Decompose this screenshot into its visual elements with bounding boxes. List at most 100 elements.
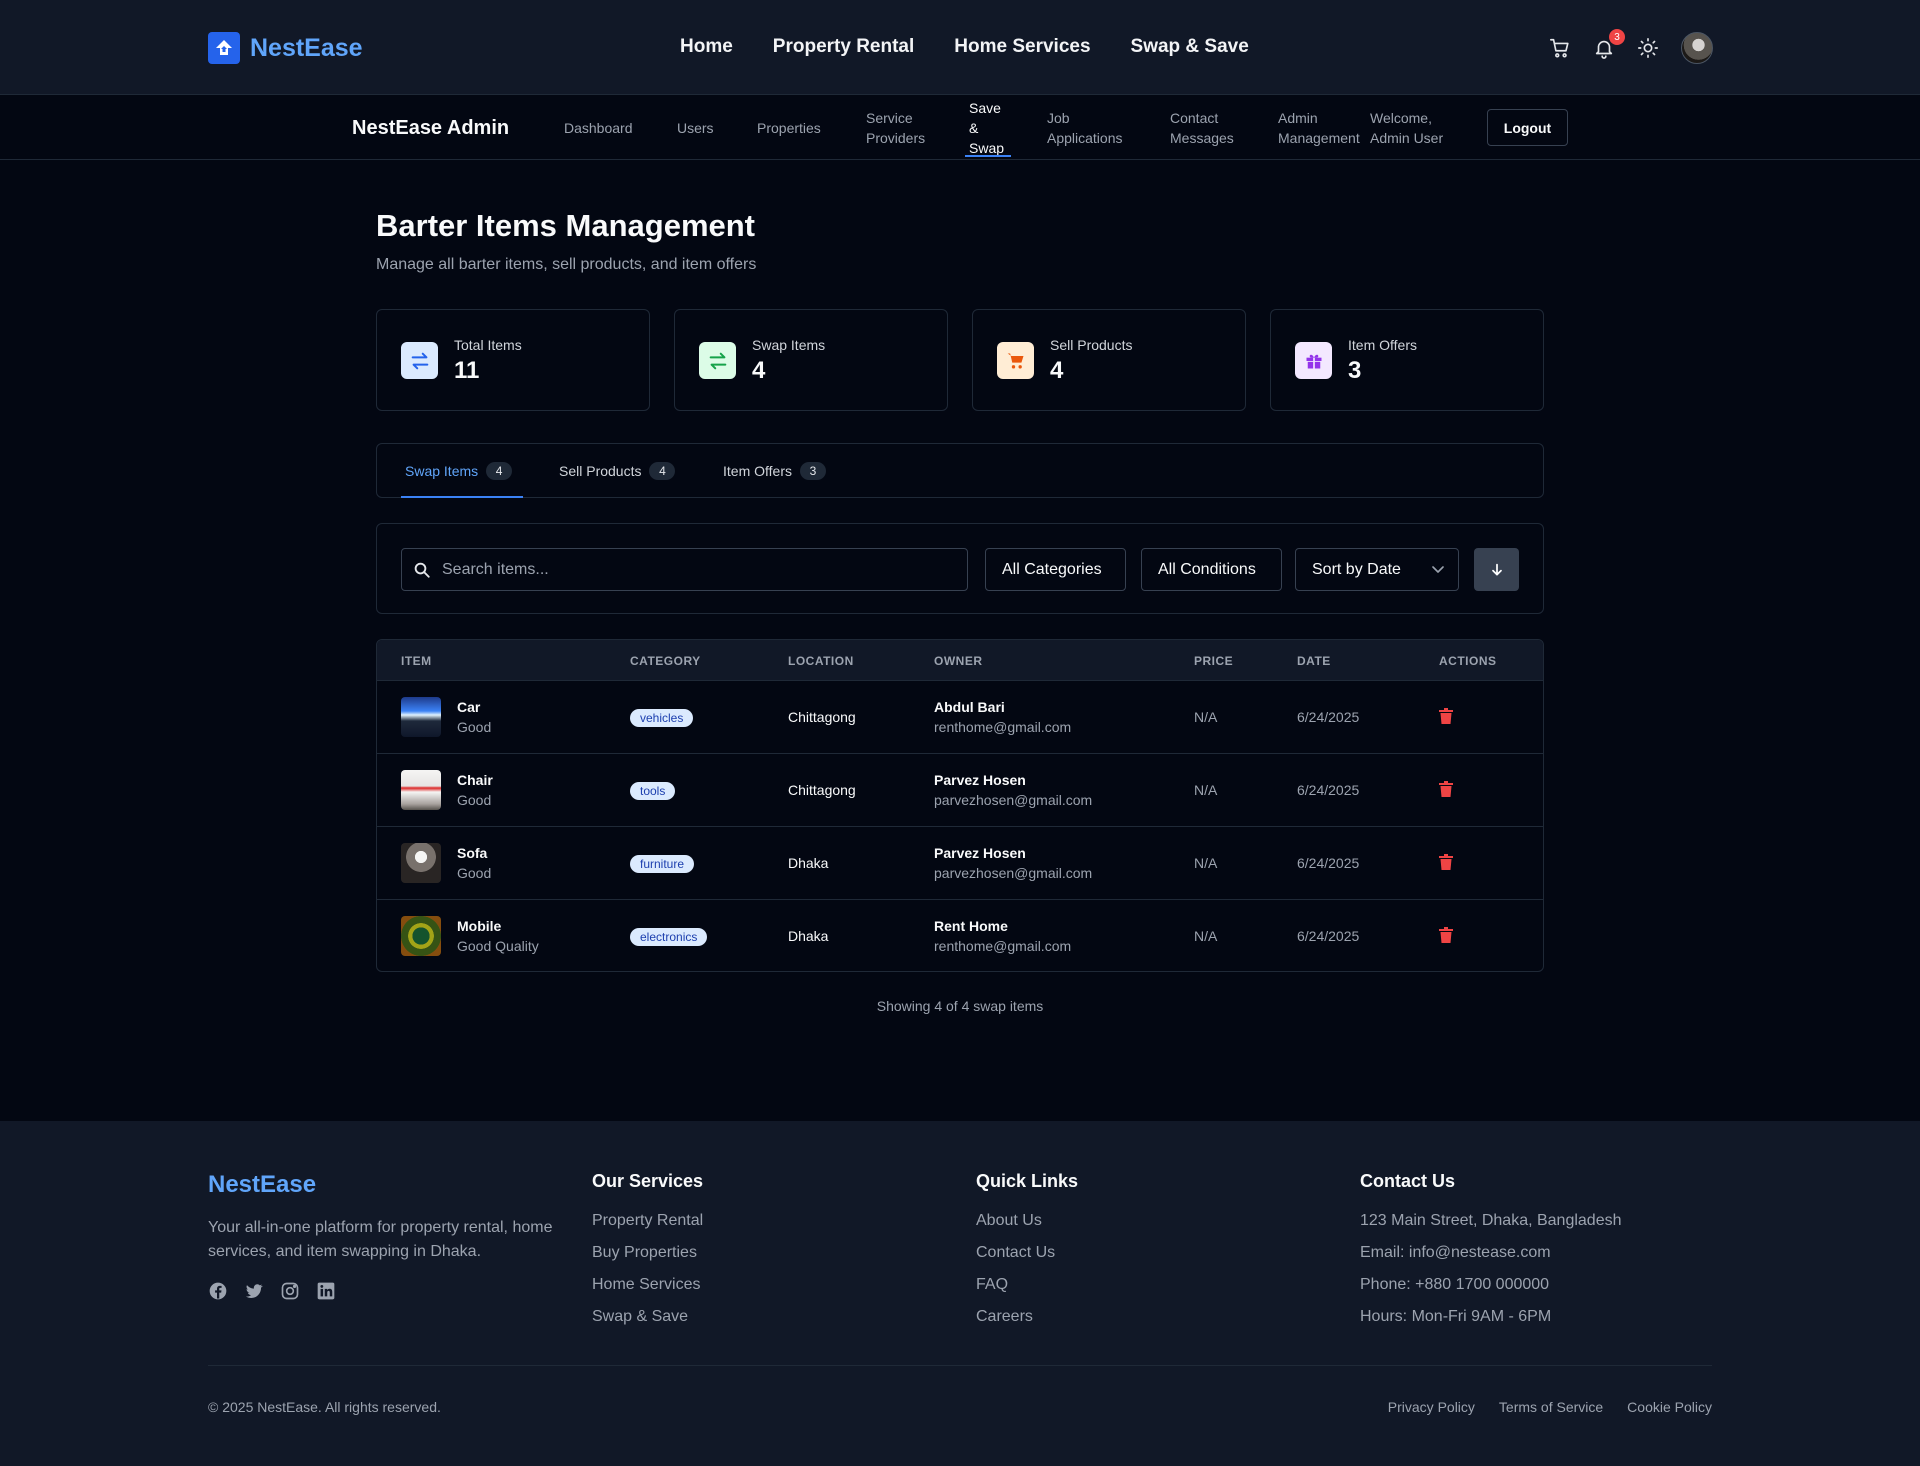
cookie-policy-link[interactable]: Cookie Policy: [1627, 1399, 1712, 1415]
logout-button[interactable]: Logout: [1487, 109, 1568, 146]
column-header: DATE: [1297, 654, 1331, 668]
item-image: [401, 843, 441, 883]
item-image: [401, 770, 441, 810]
item-date: 6/24/2025: [1297, 928, 1360, 944]
item-image: [401, 916, 441, 956]
items-table: ITEM CATEGORY LOCATION OWNER PRICE DATE …: [376, 639, 1544, 972]
search-input[interactable]: [442, 549, 962, 590]
contact-address: 123 Main Street, Dhaka, Bangladesh: [1360, 1212, 1622, 1229]
category-select[interactable]: All Categories: [985, 548, 1126, 591]
owner-name: Parvez Hosen: [934, 845, 1026, 861]
footer-link[interactable]: Property Rental: [592, 1212, 703, 1244]
contact-phone: Phone: +880 1700 000000: [1360, 1276, 1550, 1293]
trash-icon[interactable]: [1439, 927, 1453, 943]
twitter-icon[interactable]: [244, 1281, 264, 1301]
category-badge: tools: [630, 782, 676, 800]
admin-tab-job-applications[interactable]: Job Applications: [1047, 108, 1123, 148]
stat-label: Sell Products: [1050, 337, 1133, 353]
facebook-icon[interactable]: [208, 1281, 228, 1301]
item-name: Car: [457, 699, 481, 715]
admin-tab-service-providers[interactable]: Service Providers: [866, 108, 925, 148]
stat-value: 4: [1050, 357, 1064, 384]
notification-bell[interactable]: 3: [1593, 29, 1625, 59]
category-select-value: All Categories: [1002, 560, 1102, 578]
footer-link[interactable]: Home Services: [592, 1276, 703, 1308]
cart-icon[interactable]: [1549, 37, 1571, 59]
admin-tab-contact-messages[interactable]: Contact Messages: [1170, 108, 1234, 148]
sort-select[interactable]: Sort by Date: [1295, 548, 1459, 591]
linkedin-icon[interactable]: [316, 1281, 336, 1301]
table-row: Mobile Good Quality electronics Dhaka Re…: [377, 900, 1543, 971]
arrows-icon: [401, 342, 438, 379]
table-row: Car Good vehicles Chittagong Abdul Bari …: [377, 681, 1543, 754]
chevron-down-icon: [1432, 566, 1444, 573]
condition-select[interactable]: All Conditions: [1141, 548, 1282, 591]
nav-swap-save[interactable]: Swap & Save: [1131, 36, 1249, 58]
search-icon: [414, 562, 430, 578]
sun-icon[interactable]: [1637, 37, 1659, 59]
footer-col-services: Our Services Property Rental Buy Propert…: [592, 1171, 703, 1340]
footer-link[interactable]: FAQ: [976, 1276, 1078, 1308]
item-price: N/A: [1194, 709, 1218, 725]
table-header: ITEM CATEGORY LOCATION OWNER PRICE DATE …: [377, 640, 1543, 681]
sort-direction-button[interactable]: [1474, 548, 1519, 591]
tab-item-offers[interactable]: Item Offers 3: [723, 462, 826, 480]
privacy-policy-link[interactable]: Privacy Policy: [1388, 1399, 1475, 1415]
page-title: Barter Items Management: [376, 208, 756, 243]
tab-swap-items[interactable]: Swap Items 4: [405, 462, 513, 480]
item-price: N/A: [1194, 928, 1218, 944]
item-name: Sofa: [457, 845, 488, 861]
tab-count: 4: [486, 462, 513, 480]
nav-home-services[interactable]: Home Services: [954, 36, 1090, 58]
brand-logo[interactable]: NestEase: [208, 32, 363, 64]
stat-card-total-items: Total Items 11: [376, 309, 650, 411]
trash-icon[interactable]: [1439, 854, 1453, 870]
search-box: [401, 548, 968, 591]
footer-link[interactable]: Swap & Save: [592, 1308, 703, 1340]
footer-col-contact: Contact Us 123 Main Street, Dhaka, Bangl…: [1360, 1171, 1622, 1340]
footer-link[interactable]: Careers: [976, 1308, 1078, 1340]
tab-sell-products[interactable]: Sell Products 4: [559, 462, 676, 480]
tab-label: Sell Products: [559, 463, 642, 479]
column-header: LOCATION: [788, 654, 854, 668]
swap-icon: [699, 342, 736, 379]
item-name: Chair: [457, 772, 493, 788]
nav-property-rental[interactable]: Property Rental: [773, 36, 914, 58]
sort-select-value: Sort by Date: [1312, 560, 1401, 578]
footer-link[interactable]: Buy Properties: [592, 1244, 703, 1276]
admin-tab-dashboard[interactable]: Dashboard: [564, 118, 633, 138]
admin-tab-properties[interactable]: Properties: [757, 118, 821, 138]
admin-tab-save-swap[interactable]: Save & Swap: [969, 98, 1004, 158]
tab-label: Item Offers: [723, 463, 792, 479]
stat-label: Swap Items: [752, 337, 826, 353]
user-avatar[interactable]: [1681, 32, 1713, 64]
item-date: 6/24/2025: [1297, 782, 1360, 798]
instagram-icon[interactable]: [280, 1281, 300, 1301]
footer-col-quick-links: Quick Links About Us Contact Us FAQ Care…: [976, 1171, 1078, 1340]
category-badge: vehicles: [630, 709, 694, 727]
active-tab-indicator: [965, 155, 1011, 157]
terms-of-service-link[interactable]: Terms of Service: [1499, 1399, 1603, 1415]
admin-tab-admin-management[interactable]: Admin Management: [1278, 108, 1360, 148]
footer-link[interactable]: Contact Us: [976, 1244, 1078, 1276]
admin-tab-users[interactable]: Users: [677, 118, 714, 138]
footer-col-title: Quick Links: [976, 1171, 1079, 1191]
tab-count: 4: [649, 462, 676, 480]
footer: NestEase Your all-in-one platform for pr…: [0, 1121, 1920, 1466]
item-location: Dhaka: [788, 928, 829, 944]
item-price: N/A: [1194, 855, 1218, 871]
top-navbar: NestEase Home Property Rental Home Servi…: [0, 0, 1920, 95]
item-name: Mobile: [457, 918, 502, 934]
welcome-text: Welcome, Admin User: [1370, 110, 1444, 146]
footer-link[interactable]: About Us: [976, 1212, 1078, 1244]
gift-icon: [1295, 342, 1332, 379]
owner-email: renthome@gmail.com: [934, 719, 1072, 735]
trash-icon[interactable]: [1439, 708, 1453, 724]
admin-title: NestEase Admin: [352, 117, 510, 139]
footer-col-title: Contact Us: [1360, 1171, 1456, 1191]
home-icon: [208, 32, 240, 64]
nav-home[interactable]: Home: [680, 36, 733, 58]
trash-icon[interactable]: [1439, 781, 1453, 797]
item-condition: Good Quality: [457, 938, 539, 954]
footer-description: Your all-in-one platform for property re…: [208, 1219, 553, 1260]
